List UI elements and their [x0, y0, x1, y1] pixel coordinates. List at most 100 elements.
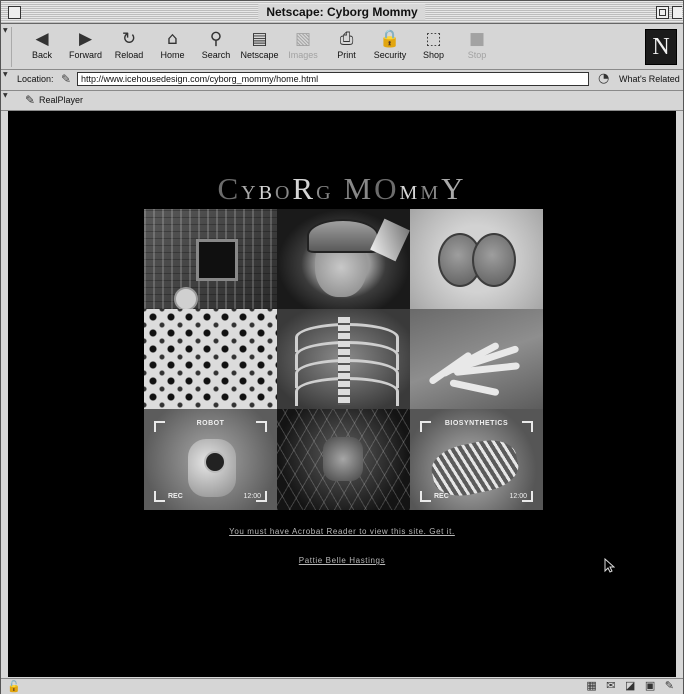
print-icon: ⎙: [339, 29, 354, 49]
back-button[interactable]: ◀ Back: [20, 28, 64, 66]
toolbar-button-label: Shop: [422, 50, 445, 60]
visor-image: [370, 218, 410, 262]
shop-icon: ⬚: [425, 29, 442, 49]
biosynthetic-coil-image: [427, 434, 523, 502]
netscape-logo[interactable]: N: [645, 29, 677, 65]
title-letter: M: [343, 171, 375, 206]
forward-button[interactable]: ▶ Forward: [64, 28, 108, 66]
rec-indicator: REC: [168, 493, 183, 500]
title-letter: B: [258, 182, 275, 204]
whats-related-button[interactable]: What's Related: [619, 74, 680, 84]
close-box-icon[interactable]: [8, 6, 21, 19]
toolbar-button-label: Stop: [467, 50, 487, 60]
realplayer-icon[interactable]: ✎: [25, 93, 35, 107]
title-letter: Y: [441, 171, 467, 206]
robot-eye-image: [204, 451, 226, 473]
spine-image: [338, 317, 350, 405]
reload-button[interactable]: ↻ Reload: [107, 28, 151, 66]
circuit-board-tile[interactable]: [144, 209, 277, 309]
toolbar-button-label: Security: [373, 50, 407, 60]
page-proxy-icon[interactable]: ✎: [61, 72, 71, 86]
tile-caption: BIOSYNTHETICS: [444, 420, 509, 427]
title-letter: R: [292, 171, 317, 206]
tile-caption: ROBOT: [196, 420, 225, 427]
browser-window: Netscape: Cyborg Mommy ◀Back▶Forward↻Rel…: [0, 0, 684, 694]
image-grid: ROBOT REC 12:00 BIOSYNTHETICS REC 12:00: [144, 209, 543, 510]
images-icon: ▧: [294, 29, 312, 49]
cell-division-tile[interactable]: [410, 209, 543, 309]
timecode: 12:00: [243, 493, 261, 500]
finger-bone-image: [449, 379, 500, 397]
home-icon: ⌂: [167, 29, 178, 49]
rec-indicator: REC: [434, 493, 449, 500]
toolbar-button-label: Search: [201, 50, 231, 60]
status-bar: 🔓 ▦ ✉ ◪ ▣ ✎: [1, 678, 683, 694]
security-button[interactable]: 🔒 Security: [368, 28, 412, 66]
window-title: Netscape: Cyborg Mommy: [258, 4, 426, 20]
print-button[interactable]: ⎙ Print: [325, 28, 369, 66]
security-icon: 🔒: [379, 29, 401, 49]
title-letter: O: [274, 182, 293, 204]
face-image: [323, 437, 363, 481]
viewfinder-corner: [420, 491, 431, 502]
toolbar-button-label: Netscape: [240, 50, 279, 60]
stop-button[interactable]: ■ Stop: [455, 28, 499, 66]
title-letter: M: [420, 182, 442, 204]
title-letter: G: [316, 182, 334, 204]
author-link[interactable]: Pattie Belle Hastings: [8, 556, 676, 565]
acrobat-reader-link[interactable]: You must have Acrobat Reader to view thi…: [8, 527, 676, 536]
location-collapse-grip[interactable]: [3, 71, 11, 88]
location-label: Location:: [17, 74, 54, 84]
images-button[interactable]: ▧ Images: [281, 28, 325, 66]
location-toolbar: Location: ✎ http://www.icehousedesign.co…: [1, 70, 683, 91]
wired-face-tile[interactable]: [277, 409, 410, 510]
title-bar[interactable]: Netscape: Cyborg Mommy: [1, 1, 683, 24]
toolbar-button-label: Images: [288, 50, 318, 60]
zoom-box-icon[interactable]: [656, 6, 669, 19]
netscape-icon: ▤: [251, 29, 268, 49]
microscope-dots-tile[interactable]: [144, 309, 277, 409]
search-icon: ⚲: [209, 29, 223, 49]
stop-icon: ■: [468, 29, 486, 49]
netscape-button[interactable]: ▤ Netscape: [238, 28, 282, 66]
toolbar-button-label: Back: [31, 50, 52, 60]
title-letter: Y: [241, 182, 259, 204]
toolbar-button-label: Print: [337, 50, 356, 60]
page-content: CYBORG MOMMY ROBOT REC 12:00 BIOSYNTHETI…: [8, 111, 676, 677]
title-letter: C: [217, 171, 242, 206]
shop-button[interactable]: ⬚ Shop: [412, 28, 456, 66]
location-input[interactable]: http://www.icehousedesign.com/cyborg_mom…: [77, 72, 589, 86]
personal-collapse-grip[interactable]: [3, 92, 11, 108]
title-letter: O: [374, 171, 400, 206]
toolbar-collapse-grip[interactable]: [3, 27, 12, 67]
title-letter: M: [399, 182, 421, 204]
mouse-pointer-icon: [604, 558, 615, 573]
biosynthetic-tile[interactable]: BIOSYNTHETICS REC 12:00: [410, 409, 543, 510]
viewfinder-corner: [154, 491, 165, 502]
battery-disc-image: [174, 287, 198, 309]
rib-cage-tile[interactable]: [277, 309, 410, 409]
component-bar-icons[interactable]: ▦ ✉ ◪ ▣ ✎: [586, 679, 677, 692]
reload-icon: ↻: [121, 29, 137, 49]
toolbar-button-label: Reload: [114, 50, 144, 60]
helmet-face-tile[interactable]: [277, 209, 410, 309]
forward-icon: ▶: [78, 29, 93, 49]
robot-camera-tile[interactable]: ROBOT REC 12:00: [144, 409, 277, 510]
xray-hand-tile[interactable]: [410, 309, 543, 409]
personal-toolbar: ✎ RealPlayer: [1, 91, 683, 111]
microchip-image: [196, 239, 238, 281]
toolbar-button-label: Home: [160, 50, 185, 60]
realplayer-bookmark[interactable]: RealPlayer: [39, 95, 83, 105]
timecode: 12:00: [509, 493, 527, 500]
home-button[interactable]: ⌂ Home: [151, 28, 195, 66]
back-icon: ◀: [35, 29, 49, 49]
helmet-image: [307, 219, 379, 253]
security-lock-icon[interactable]: 🔓: [7, 680, 21, 693]
cell-right-image: [472, 233, 516, 287]
search-button[interactable]: ⚲ Search: [194, 28, 238, 66]
navigation-toolbar: ◀Back▶Forward↻Reload⌂Home⚲Search▤Netscap…: [1, 24, 683, 70]
site-title: CYBORG MOMMY: [8, 171, 676, 207]
whats-related-icon[interactable]: ◔: [598, 71, 609, 86]
collapse-box-icon[interactable]: [672, 6, 682, 19]
toolbar-button-label: Forward: [68, 50, 102, 60]
